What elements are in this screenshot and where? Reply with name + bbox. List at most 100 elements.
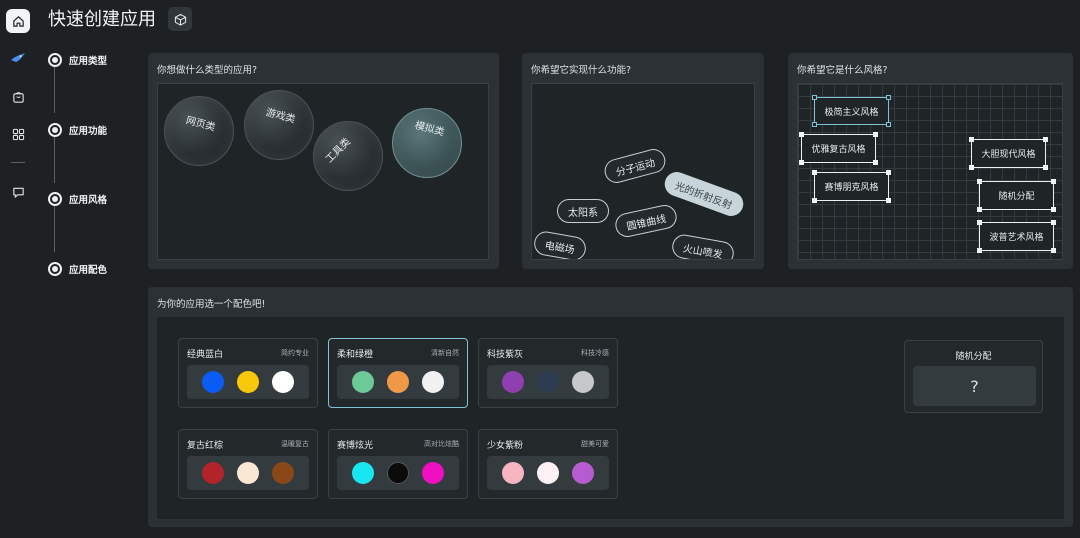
chat-icon[interactable]: [6, 180, 30, 204]
color-swatch: [386, 462, 409, 484]
palette-desc: 简约专业: [281, 349, 309, 357]
palette-random-card[interactable]: 随机分配 ?: [904, 340, 1043, 413]
palette-card-tech-purple-gray[interactable]: 科技紫灰 科技冷感: [478, 338, 618, 408]
app-style-panel: 你希望它是什么风格? 极简主义风格 优雅复古风格 赛博朋克风格 大胆现代风格 随…: [788, 53, 1073, 269]
bag-icon[interactable]: [6, 85, 30, 109]
palette-card-classic-blue-white[interactable]: 经典蓝白 简约专业: [178, 338, 318, 408]
rocket-icon[interactable]: [6, 46, 30, 70]
color-swatch: [536, 462, 559, 484]
panel-title: 你希望它是什么风格?: [797, 65, 888, 76]
palette-desc: 温暖复古: [281, 440, 309, 448]
panel-title: 为你的应用选一个配色吧!: [157, 299, 266, 310]
rail-divider: [11, 162, 25, 163]
page-title: 快速创建应用: [48, 9, 156, 30]
step-app-color[interactable]: 应用配色: [48, 262, 107, 276]
panel-title: 你想做什么类型的应用?: [157, 65, 258, 76]
style-minimalism[interactable]: 极简主义风格: [812, 95, 891, 127]
style-label: 极简主义风格: [824, 107, 879, 118]
pill-electromagnetic-field[interactable]: 电磁场: [532, 229, 588, 259]
step-app-function[interactable]: 应用功能: [48, 123, 107, 137]
step-connector: [54, 206, 55, 252]
palette-name: 经典蓝白: [187, 350, 224, 360]
bubble-label: 游戏类: [264, 107, 297, 126]
pill-molecular-motion[interactable]: 分子运动: [601, 146, 669, 186]
color-swatch: [351, 462, 374, 484]
bubble-label: 模拟类: [413, 120, 446, 139]
step-connector: [54, 137, 55, 183]
style-label: 赛博朋克风格: [824, 183, 879, 193]
color-swatch: [536, 371, 559, 393]
color-swatch: [422, 371, 445, 393]
bubble-game[interactable]: 游戏类: [244, 90, 314, 160]
step-app-style[interactable]: 应用风格: [48, 192, 107, 206]
palette-desc: 高对比炫酷: [424, 440, 459, 448]
color-swatch: [201, 371, 224, 393]
color-swatch: [501, 371, 524, 393]
color-swatch: [351, 371, 374, 393]
swatch-row: [187, 365, 309, 399]
color-swatch: [572, 371, 595, 393]
home-icon[interactable]: [6, 9, 30, 33]
palette-card-girly-purple-pink[interactable]: 少女紫粉 甜美可爱: [478, 429, 618, 499]
palette-desc: 甜美可爱: [581, 440, 609, 448]
bubble-label: 工具类: [323, 136, 353, 166]
pill-conic-curve[interactable]: 圆锥曲线: [613, 202, 679, 240]
pill-area: 分子运动 光的折射反射 太阳系 圆锥曲线 电磁场 火山喷发: [531, 83, 755, 260]
style-pop-art[interactable]: 波普艺术风格: [977, 220, 1056, 253]
step-app-type[interactable]: 应用类型: [48, 53, 107, 67]
swatch-row: [487, 456, 609, 490]
pill-solar-system[interactable]: 太阳系: [557, 199, 609, 223]
palette-card-soft-green-orange[interactable]: 柔和绿橙 清新自然: [328, 338, 468, 408]
step-radio-icon: [48, 123, 62, 137]
bubble-label: 网页类: [184, 115, 217, 134]
color-swatch: [572, 462, 595, 484]
style-cyberpunk[interactable]: 赛博朋克风格: [812, 170, 891, 203]
style-canvas: 极简主义风格 优雅复古风格 赛博朋克风格 大胆现代风格 随机分配 波普艺术风格: [797, 83, 1063, 260]
random-question-icon: ?: [913, 366, 1036, 406]
icon-rail: [0, 0, 36, 538]
swatch-row: [487, 365, 609, 399]
palette-desc: 科技冷感: [581, 349, 609, 357]
color-swatch: [201, 462, 224, 484]
palette-desc: 清新自然: [431, 349, 459, 357]
bubble-web[interactable]: 网页类: [164, 96, 234, 166]
color-swatch: [386, 371, 409, 393]
style-bold-modern[interactable]: 大胆现代风格: [969, 137, 1048, 170]
color-swatch: [422, 462, 445, 484]
style-elegant-retro[interactable]: 优雅复古风格: [799, 132, 878, 165]
swatch-row: [337, 365, 459, 399]
color-swatch: [236, 462, 259, 484]
app-type-panel: 你想做什么类型的应用? 网页类 游戏类 工具类 模拟类: [148, 53, 499, 269]
style-label: 随机分配: [998, 192, 1035, 202]
style-label: 大胆现代风格: [981, 150, 1036, 160]
color-swatch: [272, 462, 295, 484]
palette-name: 柔和绿橙: [337, 350, 374, 360]
palette-name: 少女紫粉: [487, 441, 524, 451]
cube-icon[interactable]: [168, 7, 192, 31]
panel-title: 你希望它实现什么功能?: [531, 65, 632, 76]
step-radio-icon: [48, 53, 62, 67]
step-connector: [54, 67, 55, 113]
palette-name: 科技紫灰: [487, 350, 524, 360]
palette-card-cyber-glow[interactable]: 赛博炫光 高对比炫酷: [328, 429, 468, 499]
swatch-row: [337, 456, 459, 490]
style-random[interactable]: 随机分配: [977, 179, 1056, 212]
step-radio-icon: [48, 262, 62, 276]
bubble-area: 网页类 游戏类 工具类 模拟类: [157, 83, 489, 260]
bubble-tool[interactable]: 工具类: [313, 121, 383, 191]
step-radio-icon: [48, 192, 62, 206]
palette-name: 赛博炫光: [337, 441, 374, 451]
step-label: 应用类型: [69, 56, 108, 67]
style-label: 优雅复古风格: [811, 145, 866, 155]
pill-volcano-eruption[interactable]: 火山喷发: [670, 232, 736, 259]
step-label: 应用功能: [69, 126, 108, 137]
palette-name: 复古红棕: [187, 441, 224, 451]
color-swatch: [501, 462, 524, 484]
swatch-row: [187, 456, 309, 490]
bubble-simulation[interactable]: 模拟类: [392, 108, 462, 178]
color-swatch: [272, 371, 295, 393]
step-label: 应用配色: [69, 265, 108, 276]
step-label: 应用风格: [69, 195, 108, 206]
palette-card-retro-red-brown[interactable]: 复古红棕 温暖复古: [178, 429, 318, 499]
apps-icon[interactable]: [6, 122, 30, 146]
